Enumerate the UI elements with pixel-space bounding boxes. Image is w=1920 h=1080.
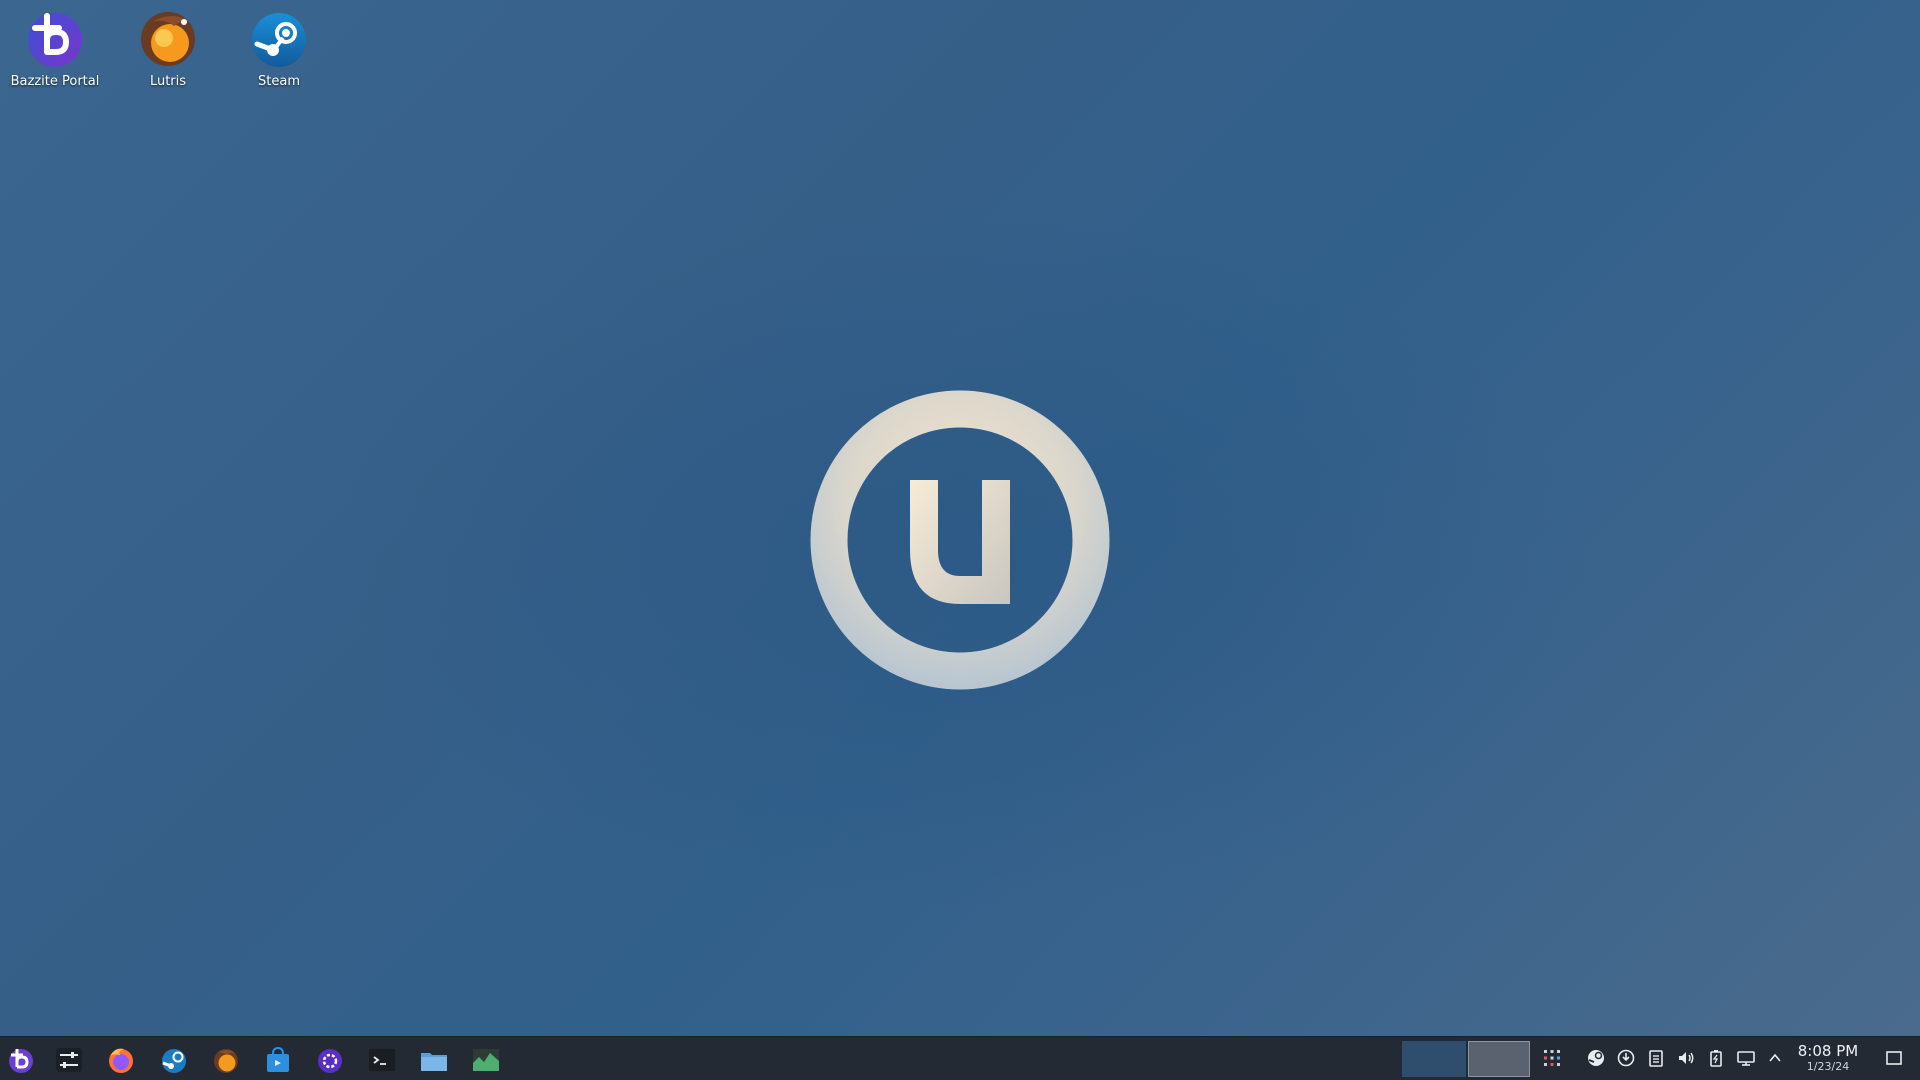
desktop-icon-label: Steam — [258, 74, 300, 89]
taskbar: 8:08 PM 1/23/24 — [0, 1036, 1920, 1080]
app-grid-icon[interactable] — [1542, 1048, 1562, 1068]
desktop-icon-label: Lutris — [149, 74, 187, 89]
battery-icon[interactable] — [1706, 1048, 1726, 1068]
lutris-icon — [138, 8, 198, 68]
bazzite-portal-icon — [25, 8, 85, 68]
clock-time: 8:08 PM — [1797, 1042, 1859, 1060]
desktop-icon-lutris[interactable]: Lutris — [118, 8, 218, 89]
update-icon[interactable] — [1616, 1048, 1636, 1068]
bazzite-portal-icon[interactable] — [313, 1043, 347, 1077]
u-circle-logo — [810, 390, 1110, 690]
desktop: Bazzite Portal Lutris Steam — [0, 0, 1920, 1036]
desktop-icon-label: Bazzite Portal — [10, 74, 100, 89]
pager-desktop-1[interactable] — [1402, 1041, 1466, 1077]
firefox-icon[interactable] — [104, 1043, 138, 1077]
show-desktop-icon[interactable] — [1884, 1048, 1904, 1068]
steam-tray-icon[interactable] — [1586, 1048, 1606, 1068]
system-monitor-icon[interactable] — [469, 1043, 503, 1077]
bazzite-launcher-icon[interactable] — [4, 1043, 38, 1077]
clock-date: 1/23/24 — [1806, 1060, 1850, 1073]
clipboard-icon[interactable] — [1646, 1048, 1666, 1068]
desktop-icon-steam[interactable]: Steam — [229, 8, 329, 89]
network-icon[interactable] — [1736, 1048, 1756, 1068]
clock[interactable]: 8:08 PM 1/23/24 — [1788, 1042, 1868, 1074]
desktop-icon-bazzite-portal[interactable]: Bazzite Portal — [5, 8, 105, 89]
lutris-icon[interactable] — [209, 1043, 243, 1077]
volume-icon[interactable] — [1676, 1048, 1696, 1068]
steam-icon — [249, 8, 309, 68]
steam-icon[interactable] — [157, 1043, 191, 1077]
settings-sliders-icon[interactable] — [52, 1043, 86, 1077]
discover-store-icon[interactable] — [261, 1043, 295, 1077]
terminal-icon[interactable] — [365, 1043, 399, 1077]
folder-icon[interactable] — [417, 1043, 451, 1077]
virtual-desktop-pager[interactable] — [1402, 1041, 1530, 1077]
expand-tray-icon[interactable] — [1765, 1048, 1785, 1068]
pager-desktop-2[interactable] — [1468, 1041, 1530, 1077]
